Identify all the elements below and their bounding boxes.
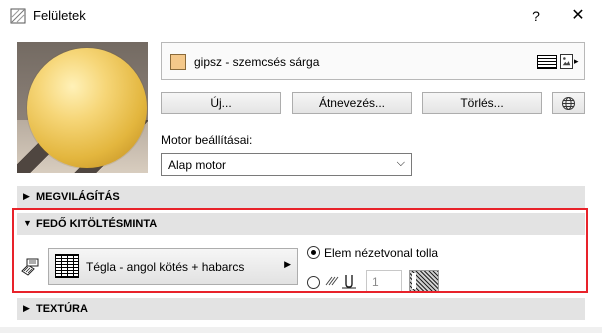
material-selector[interactable]: gipsz - szemcsés sárga ▸	[161, 42, 585, 80]
preview-sphere	[27, 48, 147, 168]
section-texture-label: TEXTÚRA	[36, 303, 88, 315]
help-button[interactable]: ?	[526, 6, 546, 26]
window-title: Felületek	[33, 8, 86, 23]
highlight-frame	[12, 208, 588, 293]
globe-button[interactable]	[552, 92, 585, 114]
engine-settings-label: Motor beállításai:	[161, 133, 253, 147]
chevron-right-icon: ▸	[574, 56, 579, 66]
new-button[interactable]: Új...	[161, 92, 281, 114]
engine-dropdown[interactable]: Alap motor ⌵	[161, 153, 412, 176]
material-name: gipsz - szemcsés sárga	[194, 55, 320, 69]
chevron-right-icon: ▶	[23, 303, 30, 313]
title-bar: Felületek ? ✕	[0, 0, 602, 32]
section-lighting-label: MEGVILÁGÍTÁS	[36, 191, 120, 203]
surface-app-icon	[10, 8, 26, 24]
material-attribute-icons: ▸	[537, 53, 581, 71]
image-icon	[560, 54, 573, 69]
chevron-right-icon: ▶	[23, 191, 30, 201]
bottom-edge	[0, 327, 602, 333]
close-button[interactable]: ✕	[568, 6, 588, 26]
delete-button[interactable]: Törlés...	[422, 92, 542, 114]
material-color-swatch	[170, 54, 186, 70]
hatch-pattern-icon	[537, 55, 557, 69]
engine-selected-value: Alap motor	[168, 158, 227, 172]
material-preview	[17, 42, 148, 173]
section-lighting[interactable]: ▶ MEGVILÁGÍTÁS	[17, 186, 585, 208]
globe-icon	[562, 97, 575, 110]
section-texture[interactable]: ▶ TEXTÚRA	[17, 298, 585, 320]
rename-button[interactable]: Átnevezés...	[292, 92, 412, 114]
chevron-down-icon: ⌵	[396, 157, 405, 169]
